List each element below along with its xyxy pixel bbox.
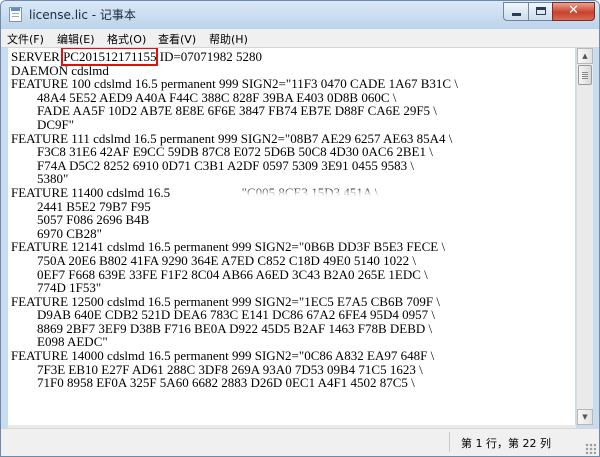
menu-help[interactable]: 帮助(H) bbox=[209, 31, 248, 47]
scroll-thumb[interactable] bbox=[578, 65, 592, 85]
menu-format[interactable]: 格式(O) bbox=[107, 31, 146, 47]
maximize-button[interactable] bbox=[528, 2, 553, 21]
status-bar: 第 1 行，第 22 列 bbox=[1, 428, 599, 456]
arrow-down-icon: ▼ bbox=[582, 413, 588, 421]
title-bar[interactable]: license.lic - 记事本 ✕ bbox=[1, 1, 599, 29]
resize-grip-icon[interactable] bbox=[585, 443, 596, 454]
menu-file[interactable]: 文件(F) bbox=[7, 31, 44, 47]
server-id: ID=07071982 5280 bbox=[156, 49, 263, 64]
menu-view[interactable]: 查看(V) bbox=[158, 31, 196, 47]
text-editor[interactable]: SERVER PC201512171155 ID=07071982 5280 D… bbox=[8, 48, 575, 425]
cursor-position: 第 1 行，第 22 列 bbox=[461, 437, 551, 450]
minimize-button[interactable] bbox=[503, 2, 529, 21]
minimize-icon bbox=[512, 13, 521, 16]
redaction-blur bbox=[193, 197, 383, 233]
status-divider bbox=[449, 432, 450, 452]
maximize-icon bbox=[536, 7, 546, 15]
arrow-up-icon: ▲ bbox=[582, 52, 588, 60]
notepad-window: license.lic - 记事本 ✕ 文件(F) 编辑(E) 格式(O) 查看… bbox=[0, 0, 600, 457]
notepad-icon bbox=[9, 7, 22, 22]
scroll-down-button[interactable]: ▼ bbox=[577, 409, 593, 425]
vertical-scrollbar[interactable]: ▲ ▼ bbox=[576, 48, 593, 425]
menu-bar: 文件(F) 编辑(E) 格式(O) 查看(V) 帮助(H) bbox=[1, 29, 599, 48]
close-button[interactable]: ✕ bbox=[552, 2, 595, 21]
scroll-up-button[interactable]: ▲ bbox=[577, 48, 593, 64]
menu-edit[interactable]: 编辑(E) bbox=[57, 31, 95, 47]
window-title: license.lic - 记事本 bbox=[29, 8, 136, 22]
close-icon: ✕ bbox=[568, 3, 579, 18]
